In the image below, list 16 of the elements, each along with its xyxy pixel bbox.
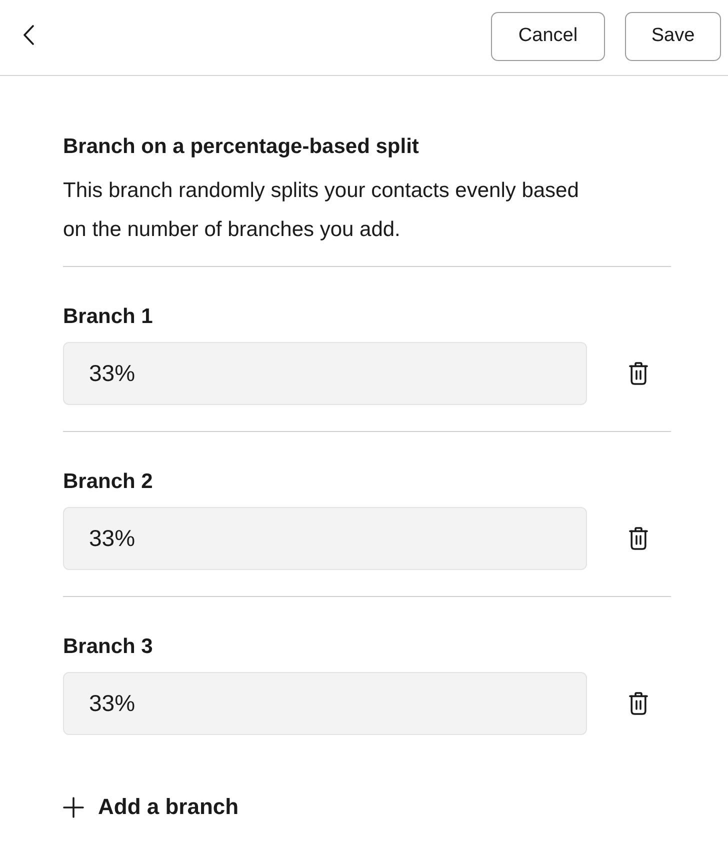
add-branch-button[interactable]: Add a branch [63, 793, 239, 821]
percentage-field[interactable]: 33% [63, 342, 587, 405]
trash-icon[interactable] [629, 527, 648, 550]
trash-icon[interactable] [629, 692, 648, 715]
section-title: Branch on a percentage-based split [63, 134, 420, 160]
section-description: This branch randomly splits your contacts evenly based on the number of branches you add. [63, 178, 580, 243]
cancel-button[interactable]: Cancel [491, 12, 605, 61]
branch-label: Branch 2 [63, 469, 154, 495]
percentage-field[interactable]: 33% [63, 507, 587, 570]
branch-label: Branch 1 [63, 304, 154, 330]
trash-icon[interactable] [629, 362, 648, 385]
back-icon[interactable] [23, 24, 35, 44]
percentage-field[interactable]: 33% [63, 672, 587, 735]
save-button[interactable]: Save [625, 12, 721, 61]
branch-label: Branch 3 [63, 634, 154, 660]
plus-icon [63, 796, 84, 818]
